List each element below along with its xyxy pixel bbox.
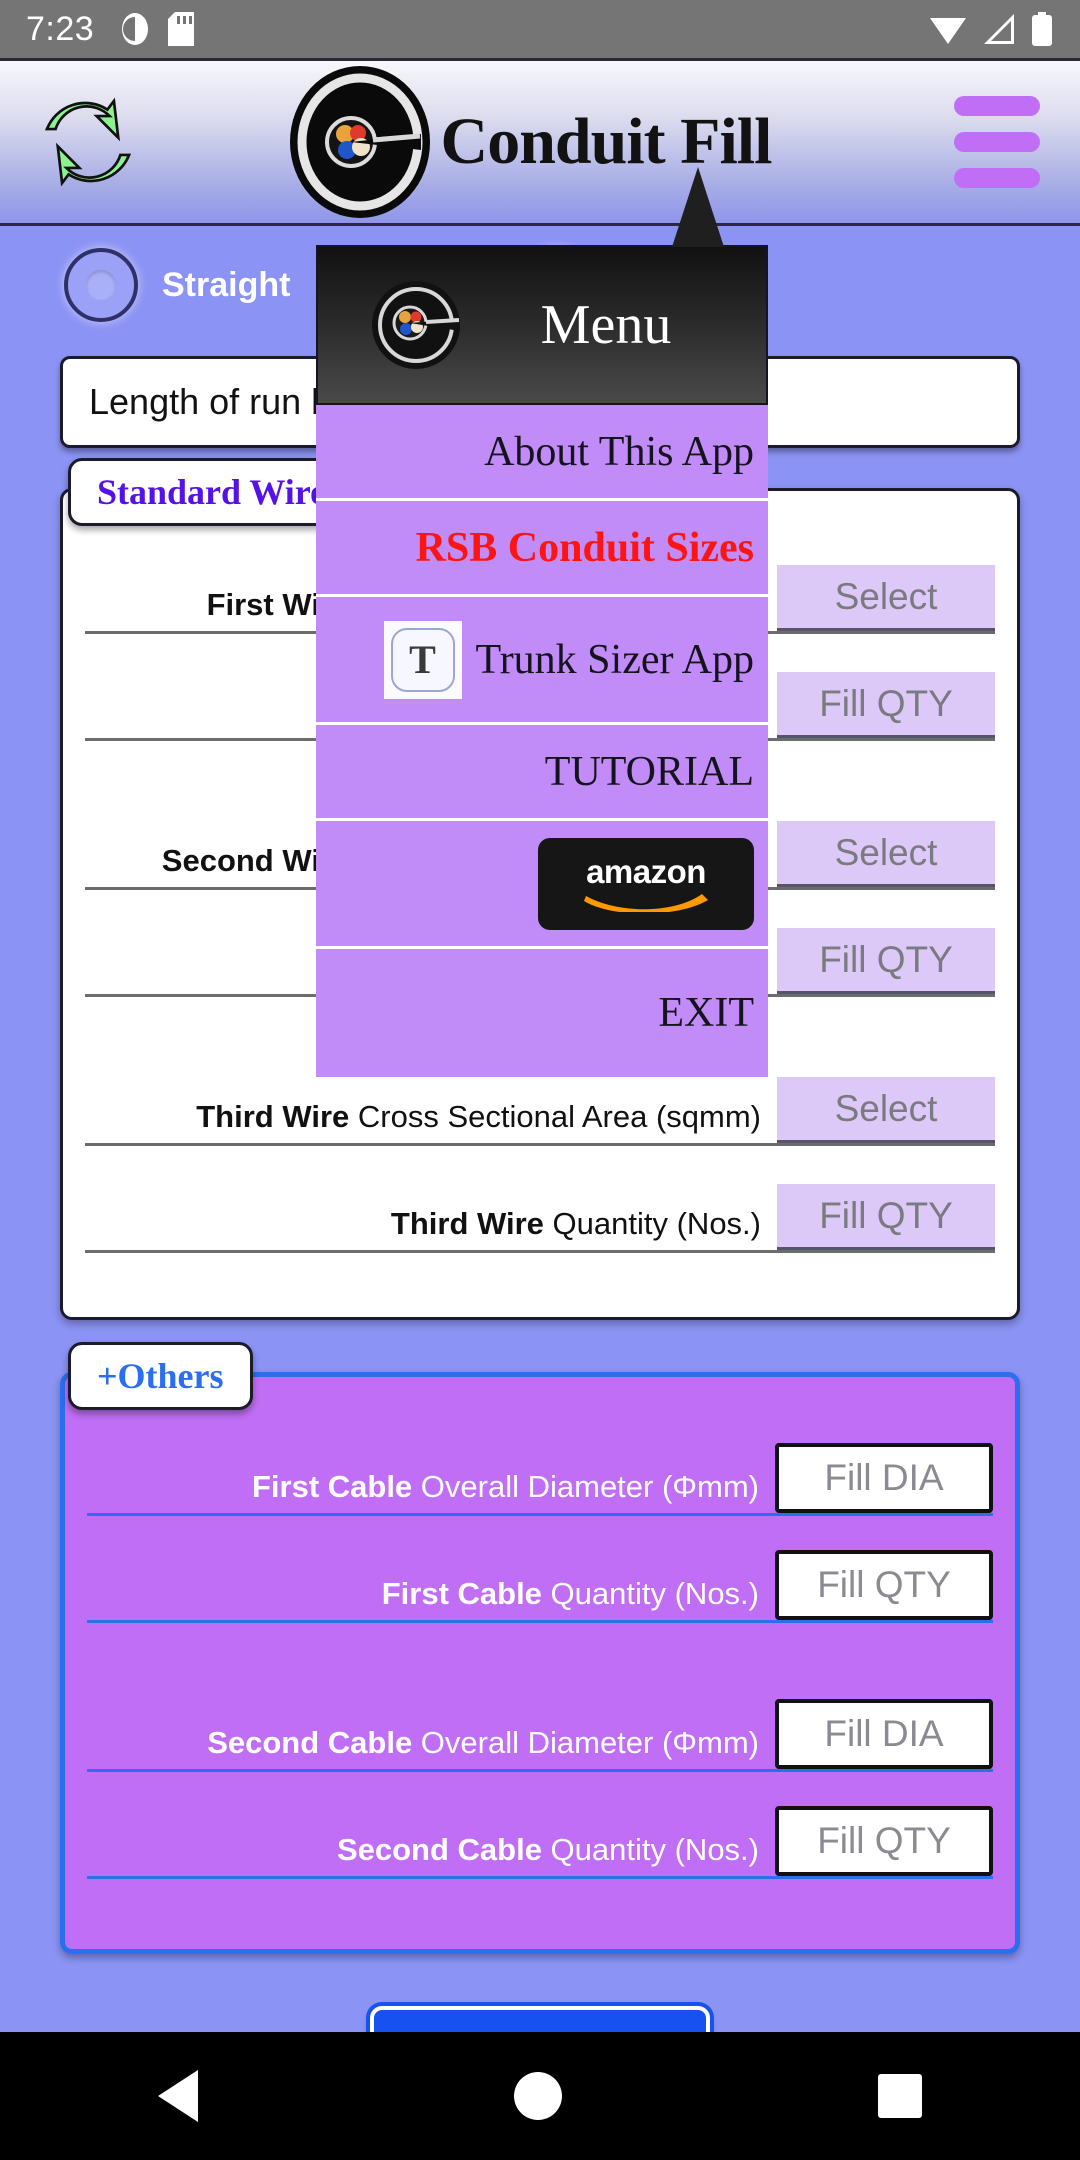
menu-item-label: TUTORIAL [544,748,754,795]
menu-item-exit[interactable]: EXIT [316,949,768,1077]
app-title-wrap: Conduit Fill [102,62,954,222]
table-row: Second Cable Overall Diameter (Φmm) Fill… [87,1695,993,1782]
second-cable-qty-input[interactable]: Fill QTY [775,1806,993,1876]
status-bar: 7:23 [0,0,1080,58]
first-cable-dia-input[interactable]: Fill DIA [775,1443,993,1513]
amazon-wordmark: amazon [586,853,706,890]
battery-icon [1032,12,1052,46]
second-wire-area-select[interactable]: Select [777,821,995,887]
field-label: Second Cable Quantity (Nos.) [336,1832,759,1867]
status-left-icons [120,12,195,46]
amazon-smile-icon [584,894,708,912]
menu-item-label: RSB Conduit Sizes [415,524,754,571]
second-wire-qty-input[interactable]: Fill QTY [777,928,995,994]
field-label: Second Cable Overall Diameter (Φmm) [207,1725,759,1760]
menu-item-about-this-app[interactable]: About This App [316,405,768,501]
radio-circle-icon[interactable] [64,248,138,322]
app-bar: Conduit Fill [0,58,1080,226]
alarm-icon [122,13,149,45]
field-label: Third Wire Cross Sectional Area (sqmm) [196,1099,761,1134]
sdcard-icon [168,12,195,46]
menu-list: About This App RSB Conduit Sizes T Trunk… [316,405,768,1077]
menu-item-label: About This App [484,428,754,475]
others-card: +Others First Cable Overall Diameter (Φm… [60,1342,1020,1954]
radio-straight-label: Straight [162,265,291,304]
phone-screen: 7:23 Conduit Fill Straight Length of run… [0,0,1080,2160]
back-icon[interactable] [158,2070,198,2122]
field-label: First Cable Quantity (Nos.) [381,1576,759,1611]
hamburger-menu-icon[interactable] [954,96,1040,188]
menu-item-amazon[interactable]: amazon [316,821,768,949]
first-wire-qty-input[interactable]: Fill QTY [777,672,995,738]
amazon-logo-icon: amazon [538,837,754,930]
menu-header: Menu [316,245,768,405]
refresh-icon[interactable] [34,88,142,196]
first-cable-qty-input[interactable]: Fill QTY [775,1550,993,1620]
android-nav-bar [0,2032,1080,2160]
table-row: First Cable Quantity (Nos.) Fill QTY [87,1546,993,1633]
third-wire-qty-input[interactable]: Fill QTY [777,1184,995,1250]
second-cable-dia-input[interactable]: Fill DIA [775,1699,993,1769]
menu-title: Menu [540,294,672,356]
signal-icon [984,14,1014,44]
menu-item-trunk-sizer-app[interactable]: T Trunk Sizer App [316,597,768,725]
first-wire-area-select[interactable]: Select [777,565,995,631]
menu-item-label: EXIT [658,990,754,1036]
table-row: Third Wire Quantity (Nos.) Fill QTY [85,1176,995,1263]
status-time: 7:23 [26,9,95,48]
third-wire-area-select[interactable]: Select [777,1077,995,1143]
menu-item-label: Trunk Sizer App [475,636,754,683]
recents-icon[interactable] [878,2074,922,2118]
trunk-sizer-glyph: T [390,627,455,692]
others-legend[interactable]: +Others [68,1342,253,1410]
wifi-icon [930,18,966,44]
menu-item-rsb-conduit-sizes[interactable]: RSB Conduit Sizes [316,501,768,597]
table-row: First Cable Overall Diameter (Φmm) Fill … [87,1439,993,1526]
field-label: Third Wire Quantity (Nos.) [390,1206,761,1241]
trunk-sizer-icon: T [383,620,462,699]
status-right-icons [928,12,1054,46]
menu-pointer-arrow [672,167,724,247]
home-icon[interactable] [514,2072,562,2120]
menu-popup: Menu About This App RSB Conduit Sizes T … [316,167,768,1077]
table-row: Third Wire Cross Sectional Area (sqmm) S… [85,1069,995,1156]
conduit-logo-icon [364,273,468,377]
radio-straight[interactable]: Straight [64,248,290,322]
conduit-logo-icon [285,62,435,222]
field-label: First Cable Overall Diameter (Φmm) [251,1469,759,1504]
others-body: First Cable Overall Diameter (Φmm) Fill … [60,1372,1020,1954]
table-row: Second Cable Quantity (Nos.) Fill QTY [87,1802,993,1889]
menu-item-tutorial[interactable]: TUTORIAL [316,725,768,821]
